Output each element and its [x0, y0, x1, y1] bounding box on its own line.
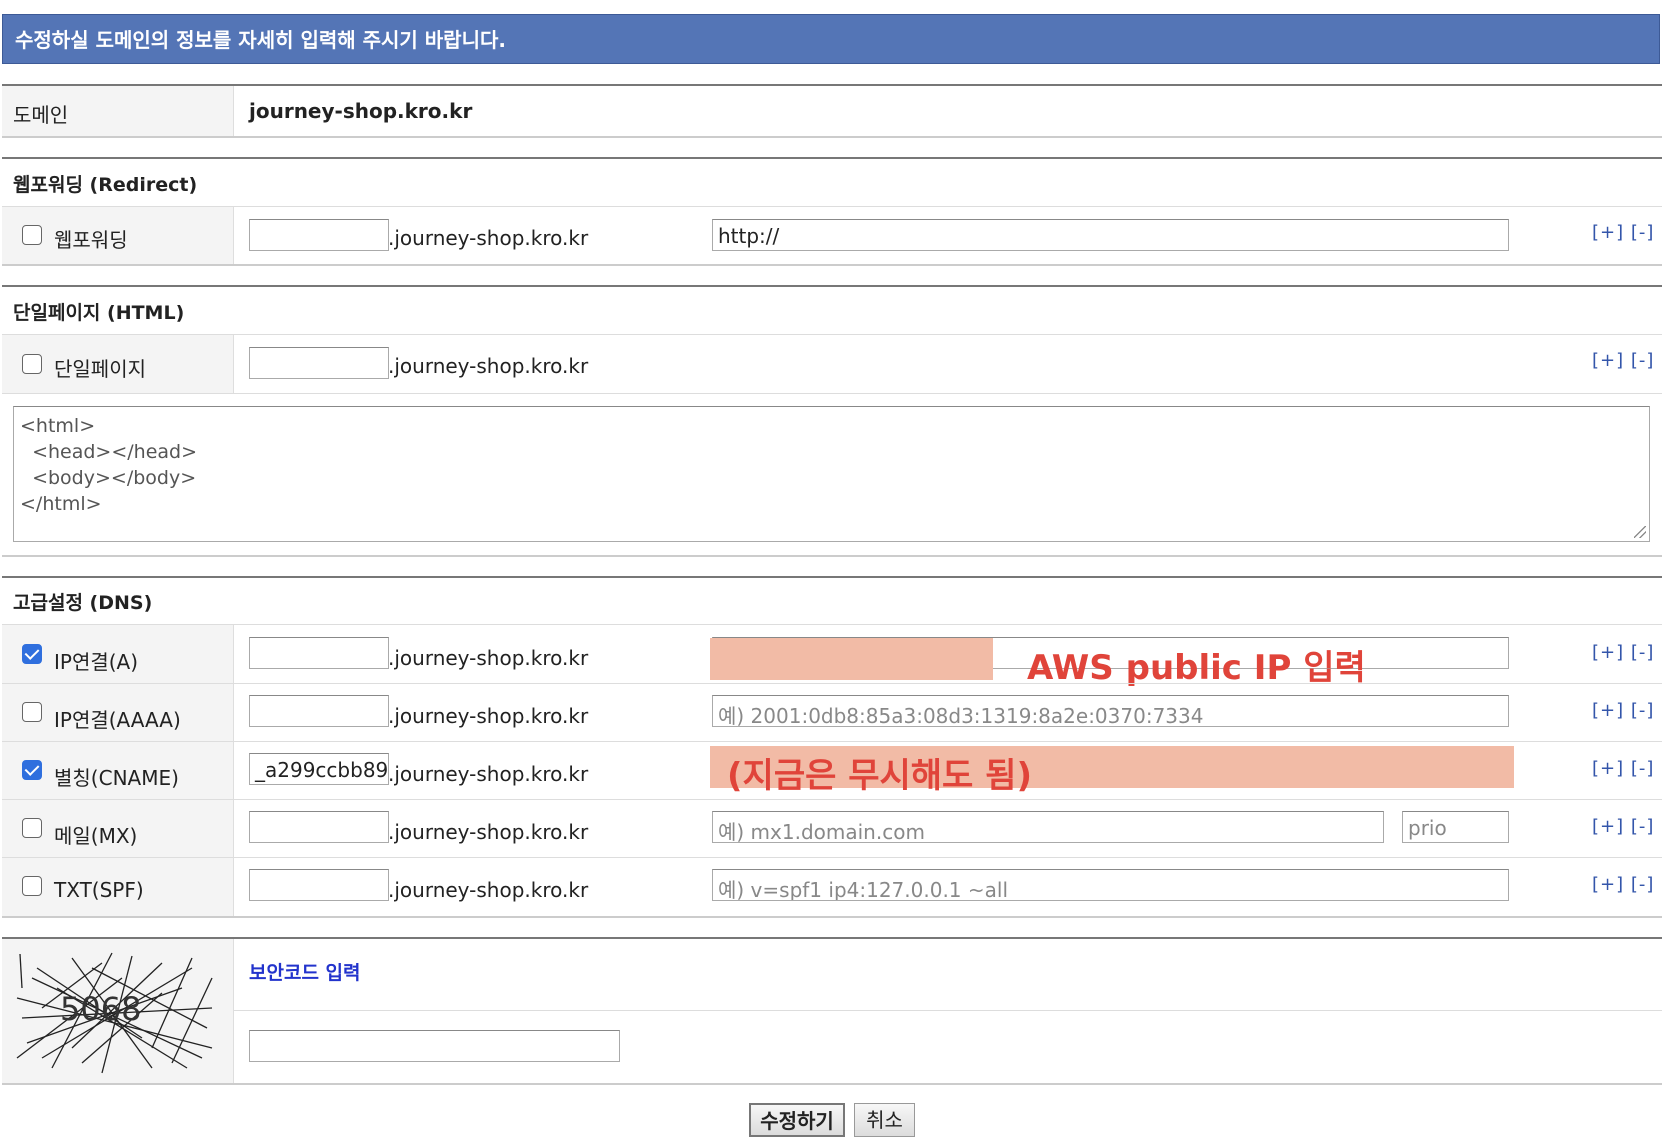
redirect-domain-suffix: .journey-shop.kro.kr [388, 226, 589, 250]
divider [2, 857, 1662, 858]
divider [2, 741, 1662, 742]
resize-handle-icon[interactable] [1634, 526, 1646, 538]
dns-aaaa-host-input[interactable] [249, 695, 389, 727]
domain-label: 도메인 [13, 103, 69, 127]
divider [234, 1010, 1662, 1011]
domain-value: journey-shop.kro.kr [249, 99, 473, 123]
divider [2, 799, 1662, 800]
redaction-overlay [710, 638, 993, 680]
submit-button[interactable]: 수정하기 [749, 1103, 845, 1137]
page-title: 수정하실 도메인의 정보를 자세히 입력해 주시기 바랍니다. [2, 14, 1660, 64]
single-page-checkbox[interactable] [22, 354, 42, 374]
dns-mx-host-input[interactable] [249, 811, 389, 843]
dns-a-checkbox[interactable] [22, 644, 42, 664]
single-page-label: 단일페이지 [54, 357, 146, 381]
divider [2, 206, 1662, 207]
dns-mx-domain-suffix: .journey-shop.kro.kr [388, 820, 589, 844]
html-content-text: <html> <head></head> <body></body> </htm… [20, 415, 198, 515]
dns-aaaa-checkbox[interactable] [22, 702, 42, 722]
dns-cname-add-remove-links[interactable]: [+] [-] [1592, 758, 1654, 779]
security-code-input[interactable] [249, 1030, 620, 1062]
cancel-button[interactable]: 취소 [854, 1103, 915, 1137]
dns-aaaa-value-input[interactable]: 예) 2001:0db8:85a3:08d3:1319:8a2e:0370:73… [712, 695, 1509, 727]
dns-a-domain-suffix: .journey-shop.kro.kr [388, 646, 589, 670]
dns-aaaa-label: IP연결(AAAA) [54, 708, 181, 732]
dns-mx-prio-input[interactable]: prio [1402, 811, 1509, 843]
dns-txt-checkbox[interactable] [22, 876, 42, 896]
dns-mx-checkbox[interactable] [22, 818, 42, 838]
divider [2, 393, 1662, 394]
dns-cname-label: 별칭(CNAME) [54, 766, 179, 790]
divider [2, 683, 1662, 684]
single-page-domain-suffix: .journey-shop.kro.kr [388, 354, 589, 378]
dns-mx-label: 메일(MX) [54, 824, 138, 848]
redirect-section-title: 웹포워딩 (Redirect) [13, 174, 198, 196]
redirect-host-input[interactable] [249, 219, 389, 251]
dns-txt-value-input[interactable]: 예) v=spf1 ip4:127.0.0.1 ~all [712, 869, 1509, 901]
annotation-cname-ignore: (지금은 무시해도 됨) [727, 756, 1032, 796]
single-page-host-input[interactable] [249, 347, 389, 379]
divider [2, 264, 1662, 266]
divider [2, 334, 1662, 335]
single-page-section-title: 단일페이지 (HTML) [13, 302, 185, 324]
single-page-add-remove-links[interactable]: [+] [-] [1592, 350, 1654, 371]
divider [2, 555, 1662, 557]
divider [2, 136, 1662, 138]
dns-aaaa-add-remove-links[interactable]: [+] [-] [1592, 700, 1654, 721]
annotation-aws-ip: AWS public IP 입력 [1027, 648, 1366, 688]
divider [2, 1083, 1662, 1085]
dns-cname-host-input[interactable]: _a299ccbb892 [249, 753, 389, 785]
dns-aaaa-domain-suffix: .journey-shop.kro.kr [388, 704, 589, 728]
divider [2, 624, 1662, 625]
security-code-label: 보안코드 입력 [249, 962, 361, 984]
dns-txt-add-remove-links[interactable]: [+] [-] [1592, 874, 1654, 895]
captcha-text: 5068 [60, 990, 141, 1028]
dns-txt-host-input[interactable] [249, 869, 389, 901]
divider [2, 576, 1662, 578]
redirect-checkbox[interactable] [22, 225, 42, 245]
dns-mx-add-remove-links[interactable]: [+] [-] [1592, 816, 1654, 837]
divider [2, 285, 1662, 287]
divider [2, 916, 1662, 918]
dns-a-host-input[interactable] [249, 637, 389, 669]
divider [2, 84, 1662, 86]
redirect-add-remove-links[interactable]: [+] [-] [1592, 222, 1654, 243]
divider [2, 157, 1662, 159]
html-content-textarea[interactable]: <html> <head></head> <body></body> </htm… [13, 406, 1650, 542]
redirect-url-input[interactable]: http:// [712, 219, 1509, 251]
dns-section-title: 고급설정 (DNS) [13, 592, 153, 614]
dns-mx-value-input[interactable]: 예) mx1.domain.com [712, 811, 1384, 843]
dns-txt-label: TXT(SPF) [54, 878, 144, 902]
redirect-label: 웹포워딩 [54, 228, 128, 252]
dns-a-add-remove-links[interactable]: [+] [-] [1592, 642, 1654, 663]
dns-txt-domain-suffix: .journey-shop.kro.kr [388, 878, 589, 902]
dns-a-label: IP연결(A) [54, 650, 139, 674]
divider [2, 937, 1662, 939]
dns-cname-checkbox[interactable] [22, 760, 42, 780]
captcha-image: 5068 [16, 952, 213, 1074]
dns-cname-domain-suffix: .journey-shop.kro.kr [388, 762, 589, 786]
